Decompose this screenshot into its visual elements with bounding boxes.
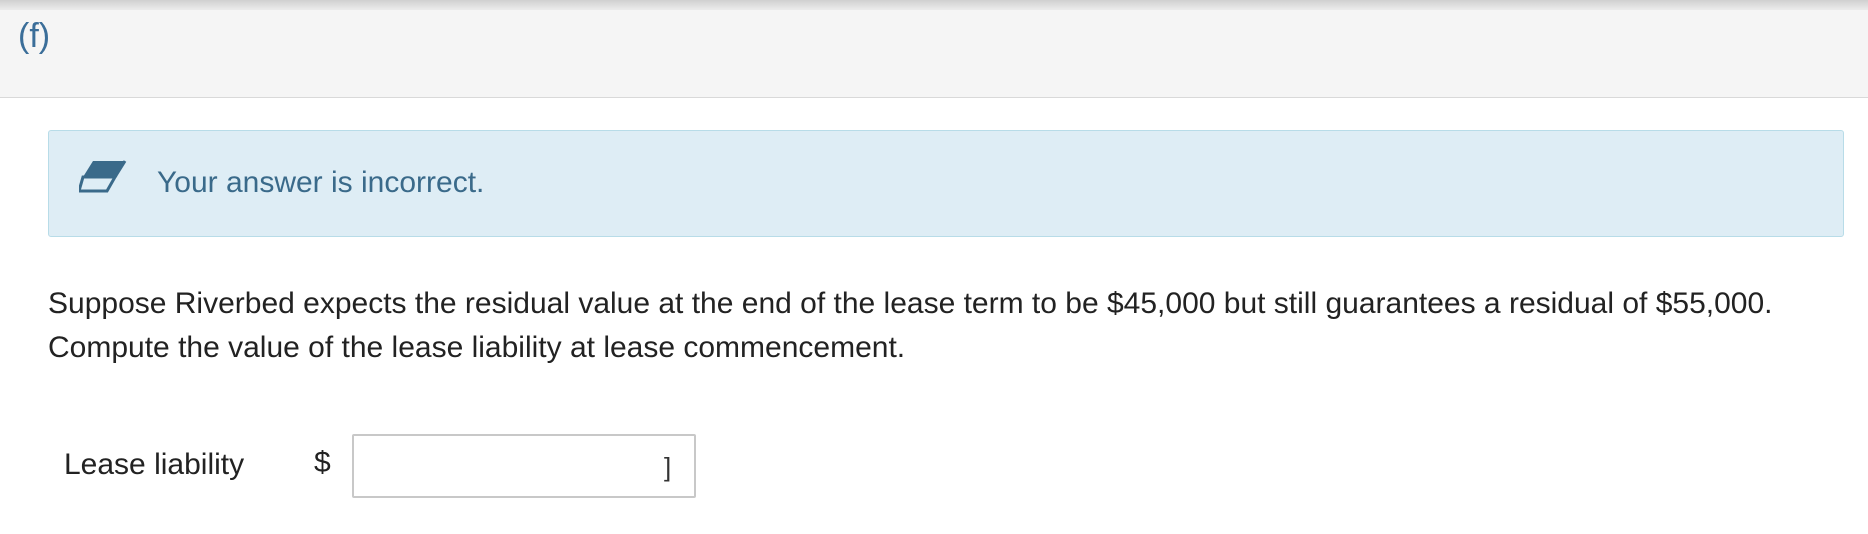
feedback-message: Your answer is incorrect. — [157, 166, 485, 199]
part-label: (f) — [18, 17, 51, 55]
lease-liability-input[interactable] — [352, 434, 696, 498]
currency-symbol: $ — [314, 446, 331, 479]
answer-label: Lease liability — [64, 448, 245, 481]
text-cursor-mark: ] — [664, 452, 672, 482]
part-header: (f) — [0, 10, 1868, 98]
feedback-banner: Your answer is incorrect. — [48, 130, 1844, 237]
eraser-icon — [79, 160, 127, 193]
question-text: Suppose Riverbed expects the residual va… — [48, 287, 1773, 364]
top-shadow — [0, 0, 1868, 10]
